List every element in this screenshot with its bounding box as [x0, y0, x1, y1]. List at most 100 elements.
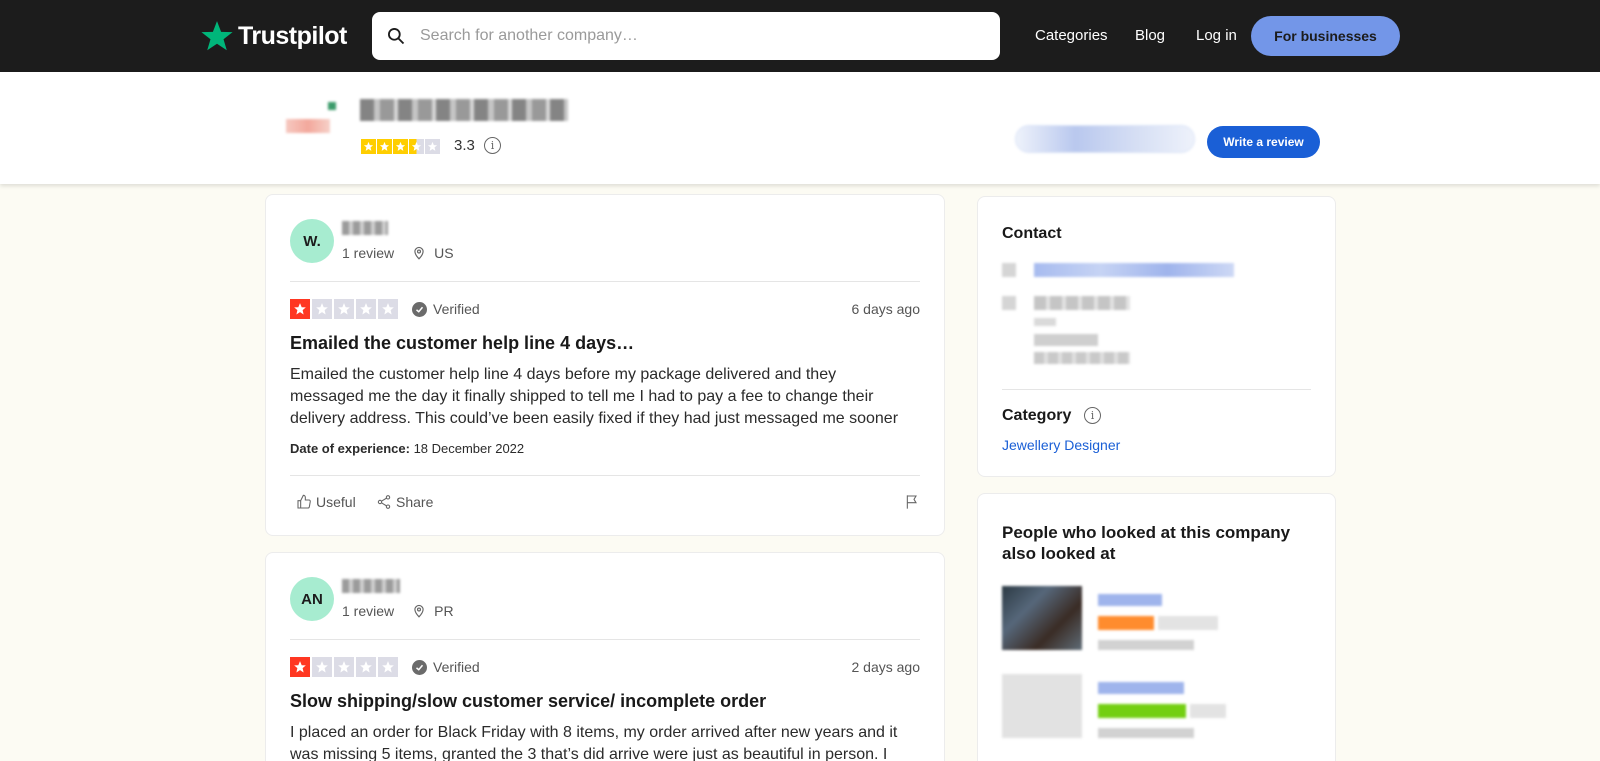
also-looked-card: People who looked at this company also l…: [977, 493, 1336, 761]
date-of-experience-label: Date of experience:: [290, 441, 410, 456]
share-button[interactable]: Share: [376, 494, 433, 510]
location-icon: [1002, 296, 1016, 310]
half-star-icon: [409, 139, 424, 154]
share-icon: [377, 495, 391, 509]
review-date: 6 days ago: [851, 301, 921, 317]
divider: [290, 475, 920, 476]
search-input[interactable]: [420, 27, 980, 45]
company-meta-redacted: [1098, 728, 1194, 738]
for-businesses-button[interactable]: For businesses: [1251, 16, 1400, 56]
review-title[interactable]: Emailed the customer help line 4 days…: [290, 333, 634, 354]
check-icon: [412, 301, 427, 317]
review-body: Emailed the customer help line 4 days be…: [290, 366, 899, 427]
company-name-redacted[interactable]: [1098, 594, 1162, 606]
review-title[interactable]: Slow shipping/slow customer service/ inc…: [290, 691, 766, 712]
company-name-redacted[interactable]: [1098, 682, 1184, 694]
star-icon: [356, 299, 376, 319]
review-stars: [290, 657, 398, 677]
divider: [290, 281, 920, 282]
divider: [290, 639, 920, 640]
nav-link-blog[interactable]: Blog: [1135, 27, 1165, 44]
star-icon: [377, 139, 392, 154]
company-thumbnail[interactable]: [1002, 586, 1082, 650]
date-of-experience: Date of experience: 18 December 2022: [290, 441, 524, 456]
review-body: I placed an order for Black Friday with …: [290, 724, 898, 761]
star-icon: [356, 657, 376, 677]
check-icon: [412, 659, 427, 675]
company-rating-stars: [361, 139, 440, 154]
reviewer-meta: 1 review PR: [342, 603, 454, 619]
rating-stars-redacted: [1158, 616, 1218, 630]
review-card: W. 1 review US Verified 6 days ago Email…: [265, 194, 945, 536]
star-icon: [312, 657, 332, 677]
star-icon: [290, 299, 310, 319]
contact-title: Contact: [1002, 225, 1062, 242]
rating-stars-redacted: [1098, 616, 1154, 630]
verified-label: Verified: [433, 659, 480, 675]
review-count: 1 review: [342, 603, 395, 619]
info-icon[interactable]: i: [484, 137, 501, 154]
email-icon: [1002, 263, 1016, 277]
star-icon: [393, 139, 408, 154]
nav-link-categories[interactable]: Categories: [1035, 27, 1108, 44]
rating-stars-redacted: [1098, 704, 1186, 718]
top-nav: Trustpilot Categories Blog Log in For bu…: [0, 0, 1600, 72]
company-name-redacted: [360, 99, 568, 121]
category-title: Category: [1002, 407, 1072, 424]
star-icon: [378, 299, 398, 319]
useful-button[interactable]: Useful: [296, 494, 356, 510]
review-date: 2 days ago: [851, 659, 921, 675]
review-count: 1 review: [342, 245, 395, 261]
search-icon: [388, 28, 405, 45]
star-icon: [378, 657, 398, 677]
verified-badge[interactable]: Verified: [412, 301, 480, 317]
trustpilot-logo[interactable]: Trustpilot: [200, 18, 347, 54]
star-icon: [425, 139, 440, 154]
reviewer-meta: 1 review US: [342, 245, 454, 261]
star-icon: [334, 657, 354, 677]
logo-text: Trustpilot: [238, 21, 347, 50]
star-logo-icon: [201, 21, 233, 51]
company-meta-redacted: [1098, 640, 1194, 650]
nav-link-login[interactable]: Log in: [1196, 27, 1237, 44]
search-box[interactable]: [372, 12, 1000, 60]
divider: [1002, 389, 1311, 390]
company-header: 3.3 i Write a review: [0, 72, 1600, 184]
reviewer-country: PR: [434, 603, 454, 619]
address-line-redacted: [1034, 352, 1130, 364]
date-of-experience-value: 18 December 2022: [413, 441, 525, 456]
location-pin-icon: [414, 246, 424, 260]
rating-stars-redacted: [1190, 704, 1226, 718]
thumbs-up-icon: [297, 494, 311, 509]
star-icon: [361, 139, 376, 154]
address-line-redacted: [1034, 334, 1098, 346]
reviewer-name-redacted[interactable]: [342, 579, 400, 593]
avatar[interactable]: W.: [290, 219, 334, 263]
company-website-link[interactable]: [1015, 125, 1195, 153]
contact-card: Contact Category i Jewellery Designer: [977, 196, 1336, 477]
flag-icon[interactable]: [904, 494, 920, 510]
location-pin-icon: [414, 604, 424, 618]
star-icon: [334, 299, 354, 319]
address-line-redacted: [1034, 296, 1130, 310]
company-logo-accent: [328, 102, 336, 110]
address-line-redacted: [1034, 318, 1056, 326]
star-icon: [312, 299, 332, 319]
also-looked-title: People who looked at this company also l…: [1002, 523, 1291, 563]
info-icon[interactable]: i: [1084, 407, 1101, 424]
star-icon: [290, 657, 310, 677]
verified-badge[interactable]: Verified: [412, 659, 480, 675]
reviewer-name-redacted[interactable]: [342, 221, 388, 235]
rating-value: 3.3: [454, 137, 475, 154]
company-logo: [286, 119, 330, 133]
contact-email-redacted[interactable]: [1034, 263, 1234, 277]
verified-label: Verified: [433, 301, 480, 317]
avatar[interactable]: AN: [290, 577, 334, 621]
category-link[interactable]: Jewellery Designer: [1002, 437, 1120, 453]
review-stars: [290, 299, 398, 319]
reviewer-country: US: [434, 245, 454, 261]
write-review-button[interactable]: Write a review: [1207, 126, 1320, 158]
review-card: AN 1 review PR Verified 2 days ago Slow …: [265, 552, 945, 761]
useful-label: Useful: [316, 494, 356, 510]
company-thumbnail[interactable]: [1002, 674, 1082, 738]
